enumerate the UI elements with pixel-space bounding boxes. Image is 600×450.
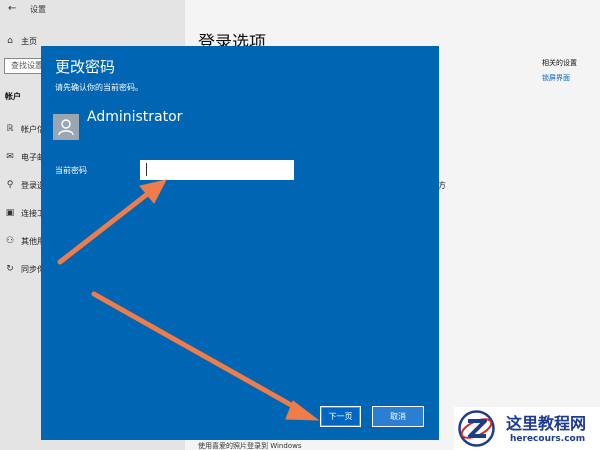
lock-screen-link[interactable]: 锁屏界面: [542, 73, 570, 83]
logo-text-cn: 这里教程网: [506, 414, 587, 433]
dialog-title: 更改密码: [55, 58, 116, 76]
sync-icon: ↻: [6, 264, 14, 274]
current-password-input[interactable]: [140, 160, 294, 180]
dialog-subtitle: 请先确认你的当前密码。: [55, 83, 143, 92]
back-arrow-icon[interactable]: ←: [8, 3, 16, 14]
username: Administrator: [87, 109, 183, 125]
cancel-button[interactable]: 取消: [372, 406, 424, 427]
current-password-label: 当前密码: [55, 166, 87, 175]
change-password-dialog: 更改密码 请先确认你的当前密码。 Administrator 当前密码 下一页 …: [41, 46, 439, 440]
background-text: 方: [438, 181, 446, 190]
section-label: 帐户: [5, 92, 21, 101]
logo-mark-icon: [458, 410, 495, 447]
person-card-icon: ℝ: [6, 124, 14, 134]
user-avatar-icon: [53, 114, 79, 140]
watermark-logo: 这里教程网 herecours.com: [454, 407, 600, 450]
key-icon: ⚲: [6, 180, 14, 190]
home-icon: ⌂: [7, 36, 13, 46]
person-add-icon: ⚇: [5, 236, 15, 246]
background-bottom-text: 使用喜爱的照片登录到 Windows: [198, 442, 302, 450]
related-settings-title: 相关的设置: [542, 59, 577, 67]
next-button[interactable]: 下一页: [320, 406, 361, 427]
mail-icon: ✉: [6, 152, 14, 162]
logo-text-en: herecours.com: [510, 434, 586, 444]
text-caret: [146, 163, 147, 176]
briefcase-icon: ▣: [5, 208, 15, 218]
window-title: 设置: [30, 5, 46, 14]
sidebar-item-label: 主页: [21, 36, 37, 46]
